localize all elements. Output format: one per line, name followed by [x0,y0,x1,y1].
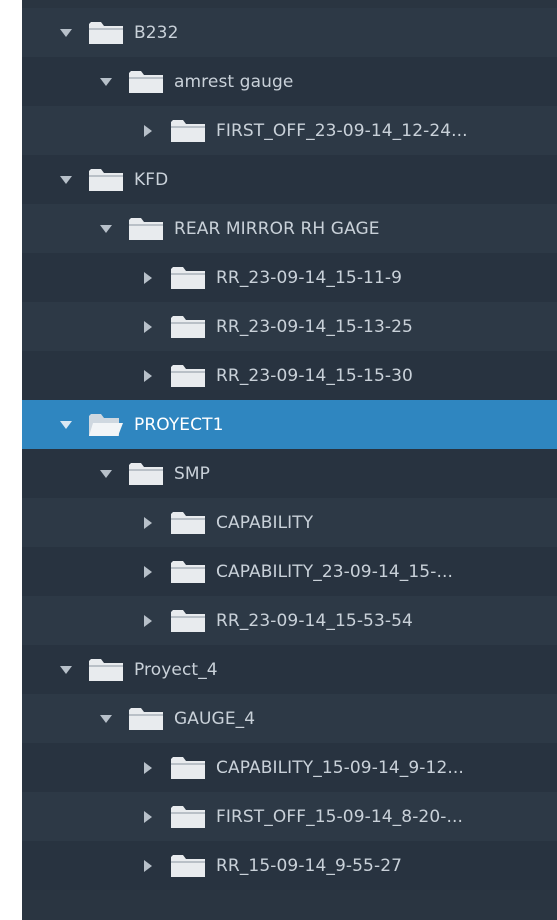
folder-icon [128,69,164,95]
tree-node-rr-15-11-9[interactable]: RR_23-09-14_15-11-9 [22,253,557,302]
folder-icon [128,461,164,487]
tree-node-capability[interactable]: CAPABILITY [22,498,557,547]
tree-node-proyect-4[interactable]: Proyect_4 [22,645,557,694]
folder-icon [170,853,206,879]
caret-right-icon[interactable] [140,368,156,384]
folder-icon [128,706,164,732]
folder-icon [88,657,124,683]
tree-node-label: CAPABILITY [216,512,314,533]
tree-node-proyect1[interactable]: PROYECT1 [22,400,557,449]
caret-right-icon[interactable] [140,270,156,286]
caret-right-icon[interactable] [140,760,156,776]
tree-node-label: KFD [134,169,169,190]
tree-node-label: FIRST_OFF_15-09-14_8-20-... [216,806,464,827]
folder-icon [128,216,164,242]
folder-icon [88,167,124,193]
caret-right-icon[interactable] [140,515,156,531]
tree-node-rr-15-53-54[interactable]: RR_23-09-14_15-53-54 [22,596,557,645]
tree-node-label: Proyect_4 [134,659,218,680]
tree-node-label: FIRST_OFF_23-09-14_12-24... [216,120,468,141]
folder-icon [170,804,206,830]
tree-node-label: RR_15-09-14_9-55-27 [216,855,403,876]
caret-down-icon[interactable] [98,466,114,482]
tree-node-first-off-15-09-14[interactable]: FIRST_OFF_15-09-14_8-20-... [22,792,557,841]
tree-node-label: GAUGE_4 [174,708,256,729]
folder-icon [170,265,206,291]
caret-down-icon[interactable] [98,711,114,727]
caret-right-icon[interactable] [140,319,156,335]
folder-icon [170,510,206,536]
tree-node-label: RR_23-09-14_15-11-9 [216,267,403,288]
tree-node-amrest-gauge[interactable]: amrest gauge [22,57,557,106]
caret-right-icon[interactable] [140,809,156,825]
tree-node-rr-15-09-14[interactable]: RR_15-09-14_9-55-27 [22,841,557,890]
tree-node-label: REAR MIRROR RH GAGE [174,218,380,239]
folder-icon [170,363,206,389]
tree-node-label: RR_23-09-14_15-13-25 [216,316,413,337]
tree-node-rear-mirror-rh-gage[interactable]: REAR MIRROR RH GAGE [22,204,557,253]
caret-down-icon[interactable] [58,662,74,678]
folder-open-icon [88,412,124,438]
caret-right-icon[interactable] [140,858,156,874]
caret-down-icon[interactable] [98,74,114,90]
folder-icon [170,755,206,781]
tree-node-label: CAPABILITY_23-09-14_15-... [216,561,453,582]
tree-node-capability-23-09-14[interactable]: CAPABILITY_23-09-14_15-... [22,547,557,596]
caret-down-icon[interactable] [58,25,74,41]
folder-icon [88,20,124,46]
folder-icon [170,314,206,340]
tree-node-label: PROYECT1 [134,414,224,435]
tree-node-gauge-4[interactable]: GAUGE_4 [22,694,557,743]
caret-down-icon[interactable] [58,172,74,188]
folder-tree: B232 amrest gauge FIRST_OFF_23-09-14_12-… [22,8,557,890]
tree-node-rr-15-13-25[interactable]: RR_23-09-14_15-13-25 [22,302,557,351]
tree-node-label: CAPABILITY_15-09-14_9-12... [216,757,464,778]
tree-node-b232[interactable]: B232 [22,8,557,57]
caret-right-icon[interactable] [140,613,156,629]
tree-node-label: SMP [174,463,211,484]
folder-tree-panel: B232 amrest gauge FIRST_OFF_23-09-14_12-… [22,0,557,920]
caret-down-icon[interactable] [58,417,74,433]
folder-icon [170,559,206,585]
tree-node-label: RR_23-09-14_15-15-30 [216,365,413,386]
tree-node-label: RR_23-09-14_15-53-54 [216,610,413,631]
tree-node-smp[interactable]: SMP [22,449,557,498]
tree-node-kfd[interactable]: KFD [22,155,557,204]
caret-down-icon[interactable] [98,221,114,237]
tree-node-label: amrest gauge [174,71,294,92]
tree-node-rr-15-15-30[interactable]: RR_23-09-14_15-15-30 [22,351,557,400]
caret-right-icon[interactable] [140,123,156,139]
tree-node-first-off[interactable]: FIRST_OFF_23-09-14_12-24... [22,106,557,155]
tree-node-label: B232 [134,22,179,43]
folder-icon [170,118,206,144]
caret-right-icon[interactable] [140,564,156,580]
tree-node-capability-15-09-14[interactable]: CAPABILITY_15-09-14_9-12... [22,743,557,792]
folder-icon [170,608,206,634]
